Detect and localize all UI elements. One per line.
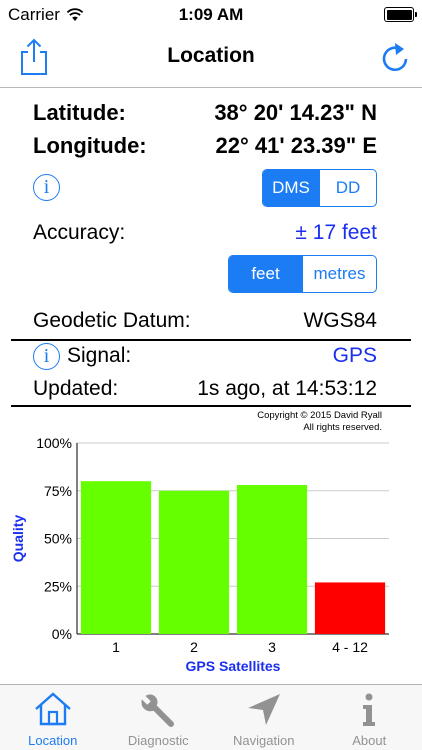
- format-option-dms[interactable]: DMS: [263, 170, 319, 206]
- y-tick-label: 100%: [36, 435, 72, 451]
- bar: [314, 582, 386, 634]
- updated-label: Updated:: [33, 377, 119, 400]
- y-axis-label: Quality: [10, 515, 26, 563]
- format-toggle: DMS DD: [262, 169, 377, 207]
- accuracy-value: ± 17 feet: [295, 221, 377, 244]
- latitude-label: Latitude:: [33, 100, 126, 125]
- navigation-arrow-icon: [247, 694, 280, 725]
- tab-label: Diagnostic: [127, 733, 189, 748]
- datum-value: WGS84: [303, 309, 377, 332]
- tab-label: Navigation: [233, 733, 295, 748]
- x-axis-label: GPS Satellites: [186, 658, 281, 674]
- tab-location[interactable]: Location: [0, 685, 106, 750]
- y-tick-label: 75%: [44, 483, 72, 499]
- y-tick-label: 50%: [44, 531, 72, 547]
- tab-navigation[interactable]: Navigation: [211, 685, 317, 750]
- format-option-dd[interactable]: DD: [319, 170, 376, 206]
- section-divider-2: [11, 405, 411, 407]
- nav-bar: Location: [0, 30, 422, 86]
- tab-bar: Location Diagnostic Navigation About: [0, 684, 422, 750]
- refresh-icon[interactable]: [380, 40, 410, 74]
- copyright-line: Copyright © 2015 David Ryall: [257, 410, 382, 421]
- x-tick-label: 2: [190, 639, 198, 655]
- coords-info-icon[interactable]: i: [33, 174, 60, 201]
- y-tick-label: 25%: [44, 578, 72, 594]
- info-icon: [363, 693, 376, 726]
- section-divider: [11, 339, 411, 341]
- status-time: 1:09 AM: [178, 5, 244, 24]
- tab-label: Location: [28, 733, 78, 748]
- status-bar: Carrier 1:09 AM: [0, 0, 422, 30]
- tab-label: About: [352, 733, 387, 748]
- signal-value: GPS: [332, 344, 377, 367]
- y-tick-label: 0%: [52, 626, 72, 642]
- bar: [80, 481, 152, 634]
- latitude-value: 38° 20' 14.23" N: [214, 100, 377, 125]
- datum-label: Geodetic Datum:: [33, 309, 191, 332]
- nav-divider: [0, 87, 422, 88]
- x-tick-label: 1: [112, 639, 120, 655]
- longitude-label: Longitude:: [33, 133, 147, 158]
- longitude-value: 22° 41' 23.39" E: [215, 133, 377, 158]
- signal-label: Signal:: [67, 344, 132, 367]
- signal-info-icon[interactable]: i: [33, 343, 60, 370]
- bar: [236, 485, 308, 634]
- unit-option-metres[interactable]: metres: [302, 256, 376, 292]
- home-icon: [34, 692, 71, 726]
- unit-option-feet[interactable]: feet: [229, 256, 302, 292]
- wrench-icon: [138, 692, 175, 727]
- x-tick-label: 3: [268, 639, 276, 655]
- bar: [158, 490, 230, 634]
- page-title: Location: [167, 44, 255, 67]
- tab-about[interactable]: About: [317, 685, 422, 750]
- updated-value: 1s ago, at 14:53:12: [197, 377, 377, 400]
- satellite-quality-chart: 0% 25% 50% 75% 100% 1 2 3 4 - 12 GPS Satellites Qu…: [10, 435, 389, 674]
- tab-diagnostic[interactable]: Diagnostic: [106, 685, 212, 750]
- accuracy-label: Accuracy:: [33, 221, 126, 244]
- battery-icon: [384, 7, 417, 22]
- x-tick-label: 4 - 12: [332, 639, 368, 655]
- unit-toggle: feet metres: [228, 255, 377, 293]
